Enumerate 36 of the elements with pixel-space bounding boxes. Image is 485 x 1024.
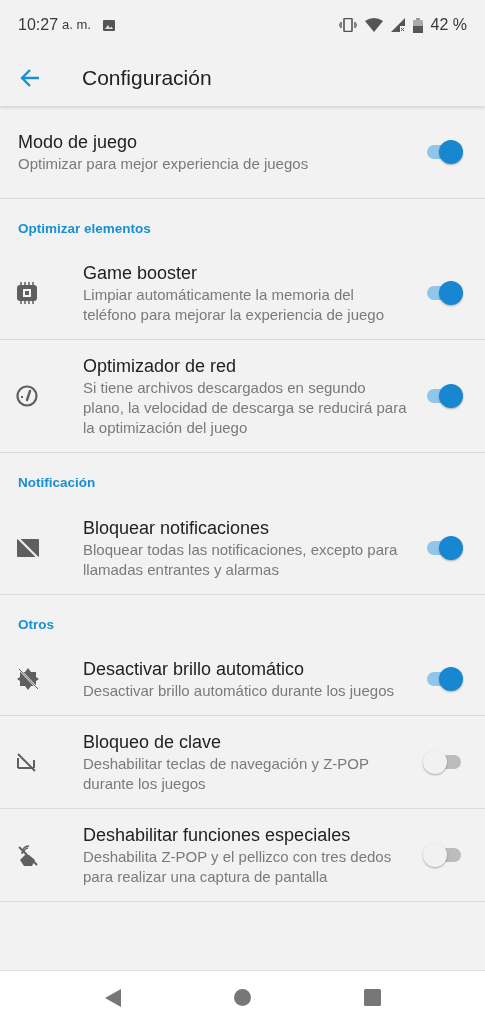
setting-title: Bloqueo de clave xyxy=(83,730,223,754)
battery-percentage: 42 % xyxy=(430,15,467,35)
setting-description: Si tiene archivos descargados en segundo plano, la velocidad de descarga se reducirá para la optimización del juego xyxy=(83,378,408,439)
setting-description: Bloquear todas las notificaciones, excepto para llamadas entrantes y alarmas xyxy=(83,539,399,580)
key-lock-off-icon xyxy=(16,750,38,773)
setting-description: Deshabilitar teclas de navegación y Z-POP durante los juegos xyxy=(83,753,370,794)
home-icon[interactable] xyxy=(233,989,251,1006)
wifi-icon xyxy=(364,18,383,32)
setting-title: Game booster xyxy=(83,262,199,286)
brightness-off-icon xyxy=(16,666,40,691)
setting-title: Modo de juego xyxy=(18,131,139,154)
setting-description: Deshabilita Z-POP y el pellizco con tres dedos para realizar una captura de pantalla xyxy=(83,846,393,887)
recents-icon[interactable] xyxy=(363,989,381,1006)
signal-icon xyxy=(390,18,405,32)
setting-title: Desactivar brillo automático xyxy=(83,657,306,681)
time-period: a. m. xyxy=(62,16,91,35)
notification-off-icon xyxy=(16,536,40,559)
setting-title: Deshabilitar funciones especiales xyxy=(83,823,352,847)
image-icon xyxy=(102,19,115,31)
screen-title: Configuración xyxy=(82,65,212,91)
battery-icon xyxy=(412,17,423,33)
setting-title: Optimizador de red xyxy=(83,355,238,379)
gesture-off-icon xyxy=(16,842,40,867)
clock-time: 10:27 xyxy=(18,15,59,35)
setting-description: Limpiar automáticamente la memoria del teléfono para mejorar la experiencia de juego xyxy=(83,285,386,326)
setting-title: Bloquear notificaciones xyxy=(83,516,271,540)
setting-description: Optimizar para mejor experiencia de juegos xyxy=(18,154,310,174)
chip-icon xyxy=(16,282,38,305)
section-header: Otros xyxy=(17,615,55,634)
setting-description: Desactivar brillo automático durante los juegos xyxy=(83,680,395,701)
back-arrow-icon[interactable] xyxy=(20,69,40,87)
section-header: Optimizar elementos xyxy=(17,220,152,238)
section-header: Notificación xyxy=(17,474,97,493)
vibrate-icon xyxy=(338,18,357,32)
speedometer-icon xyxy=(16,385,38,408)
back-icon[interactable] xyxy=(104,988,121,1007)
